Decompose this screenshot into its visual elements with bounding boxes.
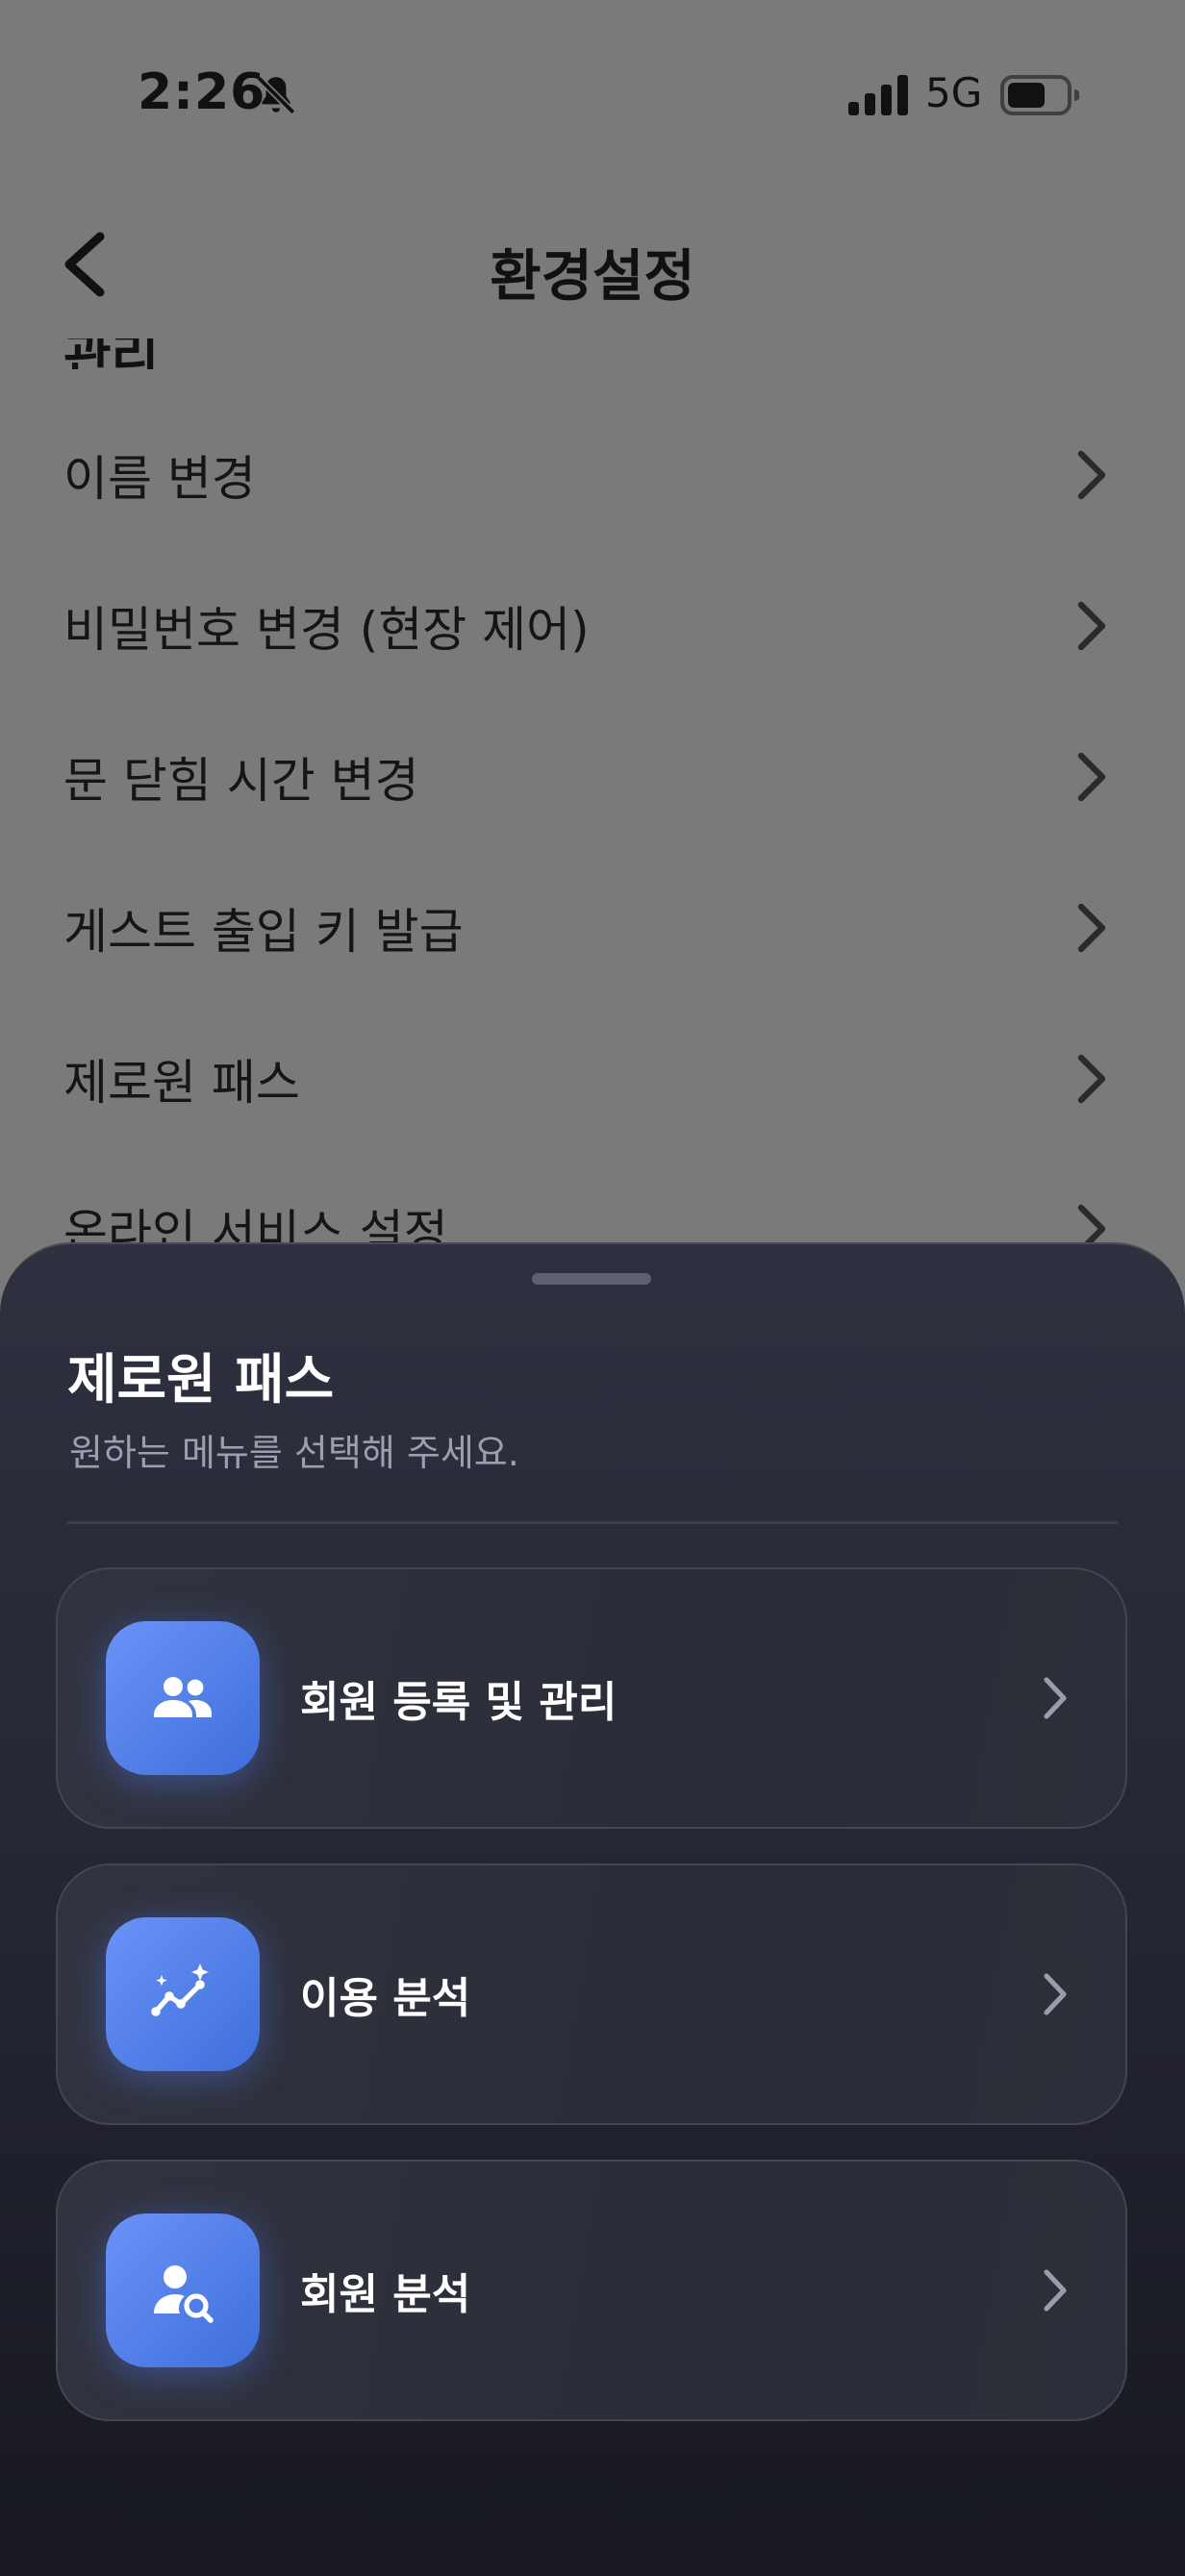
option-icon-box xyxy=(106,1621,260,1775)
user-search-icon xyxy=(154,2265,214,2323)
battery-icon xyxy=(1000,75,1079,115)
option-label: 회원 분석 xyxy=(300,2270,471,2319)
status-time: 2:26 xyxy=(138,63,266,121)
sheet-title: 제로원 패스 xyxy=(67,1349,335,1412)
chevron-right-icon xyxy=(1077,903,1106,953)
users-icon xyxy=(154,1677,212,1717)
setting-item-password[interactable]: 비밀번호 변경 (현장 제어) xyxy=(0,551,1185,701)
member-analysis-button[interactable]: 회원 분석 xyxy=(56,2160,1127,2421)
member-management-button[interactable]: 회원 등록 및 관리 xyxy=(56,1567,1127,1829)
page-title: 환경설정 xyxy=(490,243,695,309)
network-type: 5G xyxy=(925,69,983,116)
option-label: 이용 분석 xyxy=(300,1974,471,2023)
section-heading-partial: 관리 xyxy=(63,338,160,369)
chevron-right-icon xyxy=(1077,601,1106,651)
divider xyxy=(67,1521,1118,1524)
sheet-subtitle: 원하는 메뉴를 선택해 주세요. xyxy=(69,1432,519,1474)
setting-item-label: 게스트 출입 키 발급 xyxy=(63,904,464,960)
chevron-right-icon xyxy=(1077,450,1106,500)
chevron-right-icon xyxy=(1044,2269,1067,2312)
chevron-right-icon xyxy=(1044,1677,1067,1719)
chevron-right-icon xyxy=(1077,1054,1106,1104)
option-icon-box xyxy=(106,1917,260,2071)
status-bar: 2:26 5G xyxy=(0,0,1185,192)
setting-item-label: 이름 변경 xyxy=(63,451,256,507)
setting-item-label: 문 닫힘 시간 변경 xyxy=(63,753,419,809)
bottom-sheet: 제로원 패스 원하는 메뉴를 선택해 주세요. 회원 등록 및 관리 이용 분석… xyxy=(0,1242,1185,2576)
setting-item-label: 제로원 패스 xyxy=(63,1055,300,1111)
chevron-right-icon xyxy=(1077,752,1106,802)
bell-muted-icon xyxy=(256,75,296,115)
setting-item-zeroone-pass[interactable]: 제로원 패스 xyxy=(0,1004,1185,1154)
sheet-drag-handle[interactable] xyxy=(532,1273,651,1285)
setting-item-rename[interactable]: 이름 변경 xyxy=(0,400,1185,550)
setting-item-guest-key[interactable]: 게스트 출입 키 발급 xyxy=(0,853,1185,1003)
option-label: 회원 등록 및 관리 xyxy=(300,1678,618,1727)
setting-item-label: 비밀번호 변경 (현장 제어) xyxy=(63,602,590,658)
setting-item-door-close-time[interactable]: 문 닫힘 시간 변경 xyxy=(0,702,1185,852)
usage-analysis-button[interactable]: 이용 분석 xyxy=(56,1863,1127,2125)
trend-sparkle-icon xyxy=(151,1963,209,2016)
chevron-right-icon xyxy=(1044,1973,1067,2015)
option-icon-box xyxy=(106,2213,260,2367)
signal-icon xyxy=(848,75,908,115)
